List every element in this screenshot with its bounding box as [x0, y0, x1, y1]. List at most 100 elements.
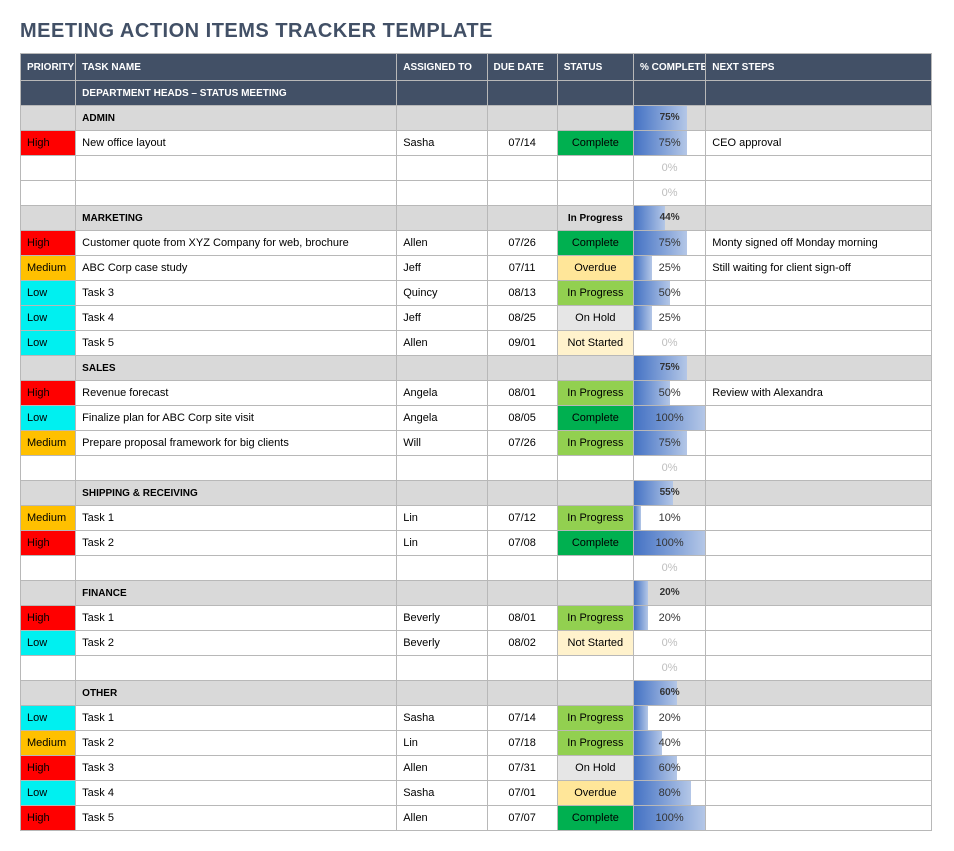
due-cell: 08/01 [487, 606, 557, 631]
table-row: LowTask 4Jeff08/25On Hold25% [21, 306, 932, 331]
due-cell [487, 556, 557, 581]
priority-cell: High [21, 606, 76, 631]
header-status: STATUS [557, 54, 633, 81]
due-cell: 08/01 [487, 381, 557, 406]
group-row: FINANCE 20% [21, 581, 932, 606]
header-pct: % COMPLETE [633, 54, 705, 81]
pct-cell: 75% [633, 106, 705, 131]
table-row: 0% [21, 456, 932, 481]
pct-cell: 50% [633, 281, 705, 306]
due-cell: 07/18 [487, 731, 557, 756]
task-cell: Task 4 [76, 306, 397, 331]
next-cell [706, 606, 932, 631]
task-cell: New office layout [76, 131, 397, 156]
pct-cell: 60% [633, 756, 705, 781]
group-row: ADMIN75% [21, 106, 932, 131]
priority-cell: Low [21, 781, 76, 806]
task-cell: ABC Corp case study [76, 256, 397, 281]
pct-cell: 0% [633, 331, 705, 356]
assigned-cell [397, 656, 487, 681]
group-row: OTHER 60% [21, 681, 932, 706]
assigned-cell [397, 556, 487, 581]
task-cell: Task 5 [76, 806, 397, 831]
due-cell: 08/25 [487, 306, 557, 331]
due-cell: 07/12 [487, 506, 557, 531]
pct-cell: 20% [633, 581, 705, 606]
next-cell [706, 281, 932, 306]
task-cell [76, 181, 397, 206]
assigned-cell: Beverly [397, 631, 487, 656]
status-cell: On Hold [557, 306, 633, 331]
due-cell: 07/01 [487, 781, 557, 806]
assigned-cell: Jeff [397, 306, 487, 331]
assigned-cell: Sasha [397, 706, 487, 731]
table-row: LowFinalize plan for ABC Corp site visit… [21, 406, 932, 431]
next-cell: CEO approval [706, 131, 932, 156]
section-label: DEPARTMENT HEADS – STATUS MEETING [76, 81, 397, 106]
task-cell: Task 3 [76, 756, 397, 781]
table-row: HighTask 2Lin07/08Complete100% [21, 531, 932, 556]
status-cell: In Progress [557, 431, 633, 456]
pct-cell: 0% [633, 631, 705, 656]
next-cell [706, 706, 932, 731]
assigned-cell: Angela [397, 406, 487, 431]
status-cell: Complete [557, 806, 633, 831]
table-row: MediumPrepare proposal framework for big… [21, 431, 932, 456]
pct-cell: 20% [633, 706, 705, 731]
table-row: HighCustomer quote from XYZ Company for … [21, 231, 932, 256]
table-row: MediumABC Corp case studyJeff07/11Overdu… [21, 256, 932, 281]
assigned-cell: Angela [397, 381, 487, 406]
assigned-cell: Beverly [397, 606, 487, 631]
next-cell [706, 656, 932, 681]
priority-cell: High [21, 231, 76, 256]
status-cell: In Progress [557, 381, 633, 406]
priority-cell: Medium [21, 256, 76, 281]
pct-cell: 100% [633, 531, 705, 556]
pct-cell: 25% [633, 306, 705, 331]
due-cell [487, 456, 557, 481]
status-cell: Complete [557, 231, 633, 256]
priority-cell: Low [21, 306, 76, 331]
status-cell: In Progress [557, 606, 633, 631]
task-cell: Task 2 [76, 731, 397, 756]
assigned-cell: Sasha [397, 781, 487, 806]
task-cell: Task 5 [76, 331, 397, 356]
pct-cell: 60% [633, 681, 705, 706]
next-cell [706, 181, 932, 206]
task-cell [76, 156, 397, 181]
due-cell: 07/08 [487, 531, 557, 556]
task-cell: Revenue forecast [76, 381, 397, 406]
due-cell: 07/07 [487, 806, 557, 831]
task-cell: Task 2 [76, 631, 397, 656]
table-row: 0% [21, 556, 932, 581]
next-cell [706, 556, 932, 581]
group-name: FINANCE [76, 581, 397, 606]
due-cell [487, 181, 557, 206]
due-cell: 09/01 [487, 331, 557, 356]
assigned-cell: Lin [397, 531, 487, 556]
status-cell [557, 556, 633, 581]
next-cell [706, 531, 932, 556]
task-cell: Prepare proposal framework for big clien… [76, 431, 397, 456]
assigned-cell: Lin [397, 506, 487, 531]
group-name: MARKETING [76, 206, 397, 231]
table-row: HighTask 5Allen07/07Complete100% [21, 806, 932, 831]
tracker-table: PRIORITY TASK NAME ASSIGNED TO DUE DATE … [20, 53, 932, 831]
next-cell [706, 731, 932, 756]
next-cell: Monty signed off Monday morning [706, 231, 932, 256]
status-cell: Not Started [557, 631, 633, 656]
status-cell: Complete [557, 406, 633, 431]
table-row: 0% [21, 181, 932, 206]
task-cell: Task 1 [76, 606, 397, 631]
priority-cell: Low [21, 331, 76, 356]
due-cell [487, 656, 557, 681]
assigned-cell: Lin [397, 731, 487, 756]
pct-cell: 75% [633, 231, 705, 256]
header-task: TASK NAME [76, 54, 397, 81]
next-cell [706, 806, 932, 831]
group-name: OTHER [76, 681, 397, 706]
task-cell: Customer quote from XYZ Company for web,… [76, 231, 397, 256]
task-cell: Finalize plan for ABC Corp site visit [76, 406, 397, 431]
page-title: MEETING ACTION ITEMS TRACKER TEMPLATE [20, 20, 934, 43]
group-name: SALES [76, 356, 397, 381]
